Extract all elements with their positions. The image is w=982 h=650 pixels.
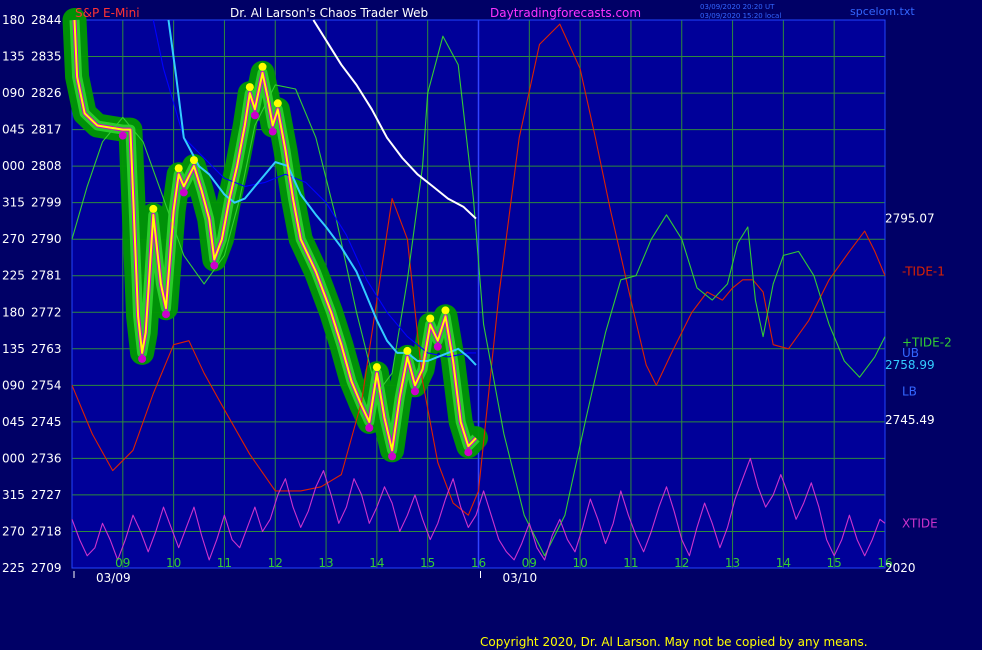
x-tick-label: 10 (572, 556, 587, 570)
right-label: 2795.07 (885, 212, 935, 226)
price-trough-dot (162, 310, 171, 319)
y-tick-price: 2727 (31, 488, 62, 502)
y-tick-angle: 270 (2, 524, 25, 538)
price-peak-dot (426, 314, 435, 323)
price-peak-dot (372, 363, 381, 372)
x-tick-label: 09 (522, 556, 537, 570)
y-tick-price: 2781 (31, 269, 62, 283)
x-tick-label: 11 (217, 556, 232, 570)
price-peak-dot (258, 62, 267, 71)
y-tick-angle: 135 (2, 50, 25, 64)
price-peak-dot (189, 156, 198, 165)
price-trough-dot (210, 261, 219, 270)
instrument-label: S&P E-Mini (75, 6, 140, 20)
y-tick-price: 2718 (31, 524, 62, 538)
x-tick-label: 14 (369, 556, 384, 570)
right-label: LB (902, 384, 917, 398)
x-tick-label: 13 (318, 556, 333, 570)
y-tick-angle: 090 (2, 86, 25, 100)
y-tick-price: 2709 (31, 561, 62, 575)
price-peak-dot (174, 164, 183, 173)
y-tick-price: 2772 (31, 305, 62, 319)
site-title: Dr. Al Larson's Chaos Trader Web (230, 6, 428, 20)
x-tick-label: 11 (623, 556, 638, 570)
price-trough-dot (268, 127, 277, 136)
y-tick-price: 2808 (31, 159, 62, 173)
y-tick-angle: 000 (2, 451, 25, 465)
x-tick-label: 13 (725, 556, 740, 570)
price-peak-dot (149, 204, 158, 213)
price-trough-dot (179, 188, 188, 197)
right-label: XTIDE (902, 516, 938, 530)
x-tick-label: 10 (166, 556, 181, 570)
x-tick-label: 12 (674, 556, 689, 570)
y-tick-price: 2826 (31, 86, 62, 100)
y-tick-price: 2754 (31, 378, 62, 392)
date-label: 03/09 (96, 571, 131, 585)
price-trough-dot (118, 131, 127, 140)
y-tick-price: 2835 (31, 50, 62, 64)
timestamp-local: 03/09/2020 15:20 local (700, 12, 781, 20)
right-label: -TIDE-1 (902, 265, 945, 279)
y-tick-angle: 180 (2, 13, 25, 27)
y-tick-angle: 045 (2, 123, 25, 137)
price-trough-dot (388, 452, 397, 461)
y-tick-price: 2817 (31, 123, 62, 137)
date-label: 03/10 (503, 571, 538, 585)
price-trough-dot (433, 342, 442, 351)
price-trough-dot (138, 354, 147, 363)
x-tick-label: 16 (471, 556, 486, 570)
price-peak-dot (245, 83, 254, 92)
data-file-label: spcelom.txt (850, 5, 915, 18)
right-label: 2758.99 (885, 358, 935, 372)
copyright-notice: Copyright 2020, Dr. Al Larson. May not b… (480, 635, 868, 649)
chaos-trader-chart: 180 2844 135 2835 090 2826 045 2817 000 2808 315 27… (2, 3, 952, 585)
x-tick-label: 15 (420, 556, 435, 570)
y-tick-price: 2745 (31, 415, 62, 429)
x-tick-label: 14 (776, 556, 791, 570)
y-tick-price: 2736 (31, 451, 62, 465)
price-trough-dot (250, 111, 259, 120)
y-tick-angle: 315 (2, 488, 25, 502)
x-tick-label: 15 (827, 556, 842, 570)
right-label: 2020 (885, 561, 916, 575)
y-tick-angle: 045 (2, 415, 25, 429)
y-tick-price: 2799 (31, 196, 62, 210)
y-tick-angle: 225 (2, 269, 25, 283)
y-tick-angle: 225 (2, 561, 25, 575)
timestamp-ut: 03/09/2020 20:20 UT (700, 3, 775, 11)
y-tick-price: 2790 (31, 232, 62, 246)
x-tick-label: 12 (268, 556, 283, 570)
price-peak-dot (403, 346, 412, 355)
y-tick-angle: 270 (2, 232, 25, 246)
price-trough-dot (365, 423, 374, 432)
y-tick-angle: 135 (2, 342, 25, 356)
x-tick-label: 09 (115, 556, 130, 570)
price-peak-dot (441, 306, 450, 315)
price-peak-dot (273, 99, 282, 108)
y-tick-angle: 000 (2, 159, 25, 173)
y-tick-angle: 180 (2, 305, 25, 319)
price-trough-dot (464, 448, 473, 457)
y-tick-price: 2763 (31, 342, 62, 356)
y-tick-price: 2844 (31, 13, 62, 27)
site-url[interactable]: Daytradingforecasts.com (490, 6, 641, 20)
price-trough-dot (410, 387, 419, 396)
right-label: 2745.49 (885, 413, 935, 427)
y-tick-angle: 090 (2, 378, 25, 392)
y-tick-angle: 315 (2, 196, 25, 210)
